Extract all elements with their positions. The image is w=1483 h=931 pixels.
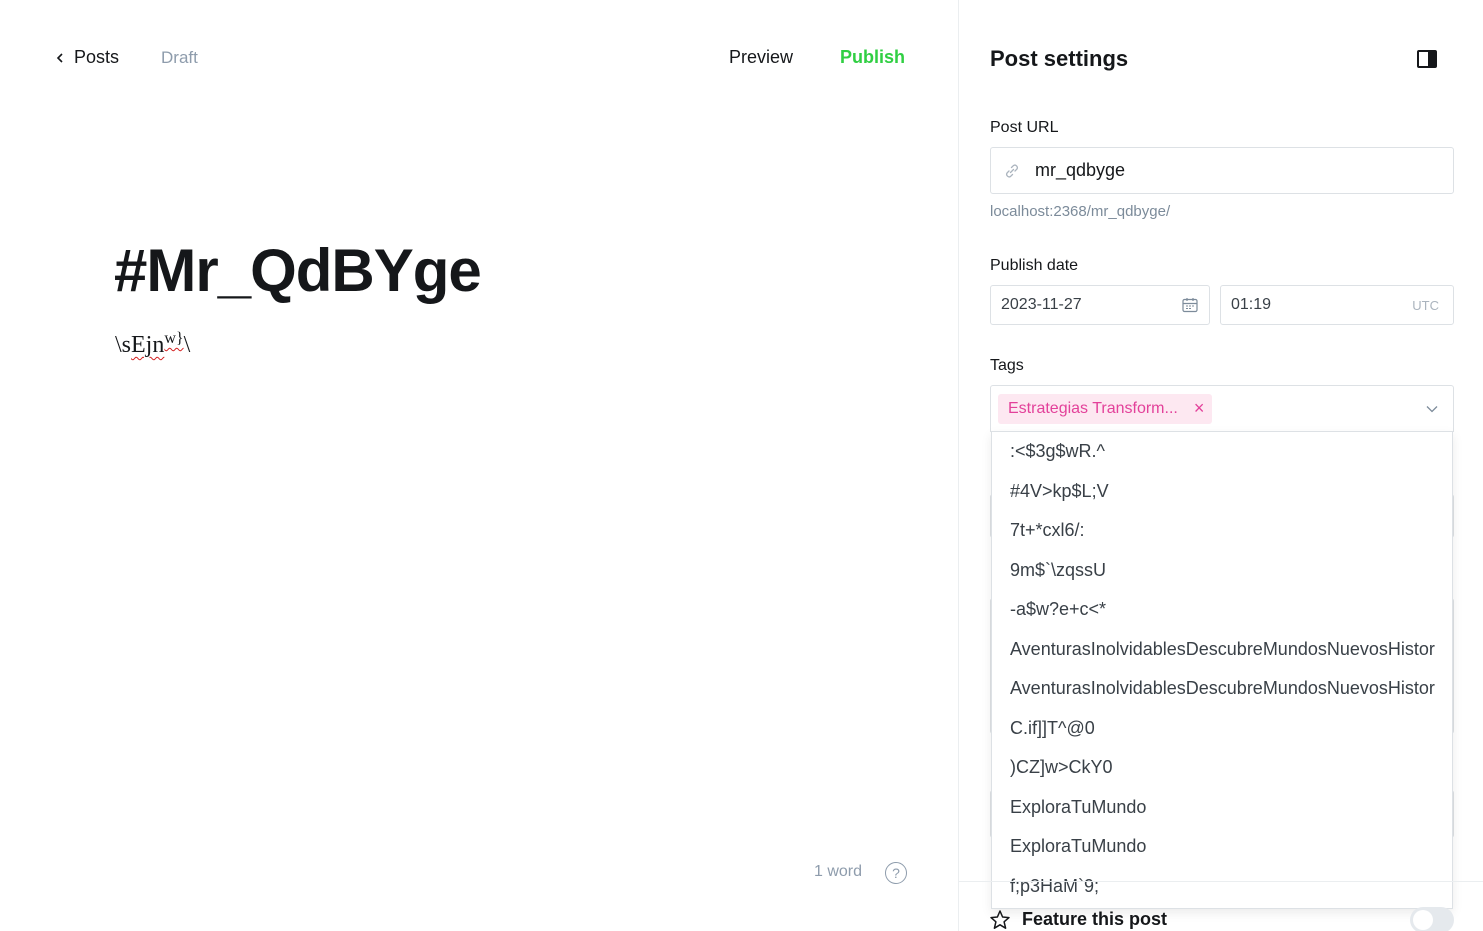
calendar-icon[interactable] [1181,296,1199,314]
settings-title: Post settings [990,46,1129,71]
tag-option[interactable]: 9m$`\zqssU [992,551,1452,591]
preview-button[interactable]: Preview [729,47,793,68]
tag-chip-label: Estrategias Transform... [1008,399,1178,417]
editor-pane: Posts Draft Preview Publish #Mr_QdBYge \… [0,0,958,931]
feature-post-row: Feature this post [959,881,1483,931]
post-url-value: mr_qdbyge [1035,160,1126,180]
tag-option[interactable]: #4V>kp$L;V [992,472,1452,512]
tag-option[interactable]: AventurasInolvidablesDescubreMundosNuevo… [992,630,1452,670]
help-icon[interactable]: ? [885,862,907,884]
tag-option[interactable]: -a$w?e+c<* [992,590,1452,630]
date-input[interactable]: 2023-11-27 [990,285,1210,325]
tag-option[interactable]: C.if]]T^@0 [992,709,1452,749]
chevron-left-icon [56,52,63,63]
feature-post-toggle[interactable] [1410,907,1454,931]
back-label: Posts [74,47,120,67]
publish-date-label: Publish date [990,257,1079,274]
star-icon [990,910,1010,929]
time-input[interactable]: 01:19 UTC [1220,285,1454,325]
body-text: \s [115,332,132,358]
editor-header: Posts Draft Preview Publish [0,0,958,120]
tag-option[interactable]: :<$3g$wR.^ [992,432,1452,472]
tag-option[interactable]: ExploraTuMundo [992,788,1452,828]
chevron-down-icon[interactable] [1425,402,1439,416]
post-body[interactable]: \sEjnw}\ [115,330,190,359]
body-superscript: w} [164,330,184,347]
post-url-hint: localhost:2368/mr_qdbyge/ [990,203,1171,220]
timezone-label: UTC [1412,297,1439,313]
tag-option[interactable]: 7t+*cxl6/: [992,511,1452,551]
post-status: Draft [161,48,198,67]
back-to-posts-link[interactable]: Posts [54,47,119,68]
word-count: 1 word [814,863,863,880]
post-url-input[interactable]: mr_qdbyge [990,147,1454,194]
tag-option[interactable]: )CZ]w>CkY0 [992,748,1452,788]
time-value: 01:19 [1231,296,1272,313]
body-misspelled-word: Ejn [131,332,165,358]
remove-tag-icon[interactable]: × [1194,398,1205,419]
post-settings-panel: Post settings Post URL mr_qdbyge localho… [958,0,1483,931]
tags-input[interactable]: Estrategias Transform... × [990,385,1454,432]
tag-option[interactable]: ExploraTuMundo [992,827,1452,867]
post-url-label: Post URL [990,119,1059,136]
tags-label: Tags [990,357,1024,374]
publish-button[interactable]: Publish [840,47,905,68]
tag-option[interactable]: AventurasInolvidablesDescubreMundosNuevo… [992,669,1452,709]
body-text-end: \ [183,332,191,358]
link-icon [1006,164,1018,177]
feature-post-label: Feature this post [1022,909,1168,929]
date-value: 2023-11-27 [1001,296,1082,313]
tag-chip[interactable]: Estrategias Transform... × [998,393,1213,424]
post-title[interactable]: #Mr_QdBYge [114,236,482,305]
sidebar-toggle-icon[interactable] [1417,50,1437,68]
tags-dropdown: :<$3g$wR.^ #4V>kp$L;V 7t+*cxl6/: 9m$`\zq… [991,431,1453,909]
